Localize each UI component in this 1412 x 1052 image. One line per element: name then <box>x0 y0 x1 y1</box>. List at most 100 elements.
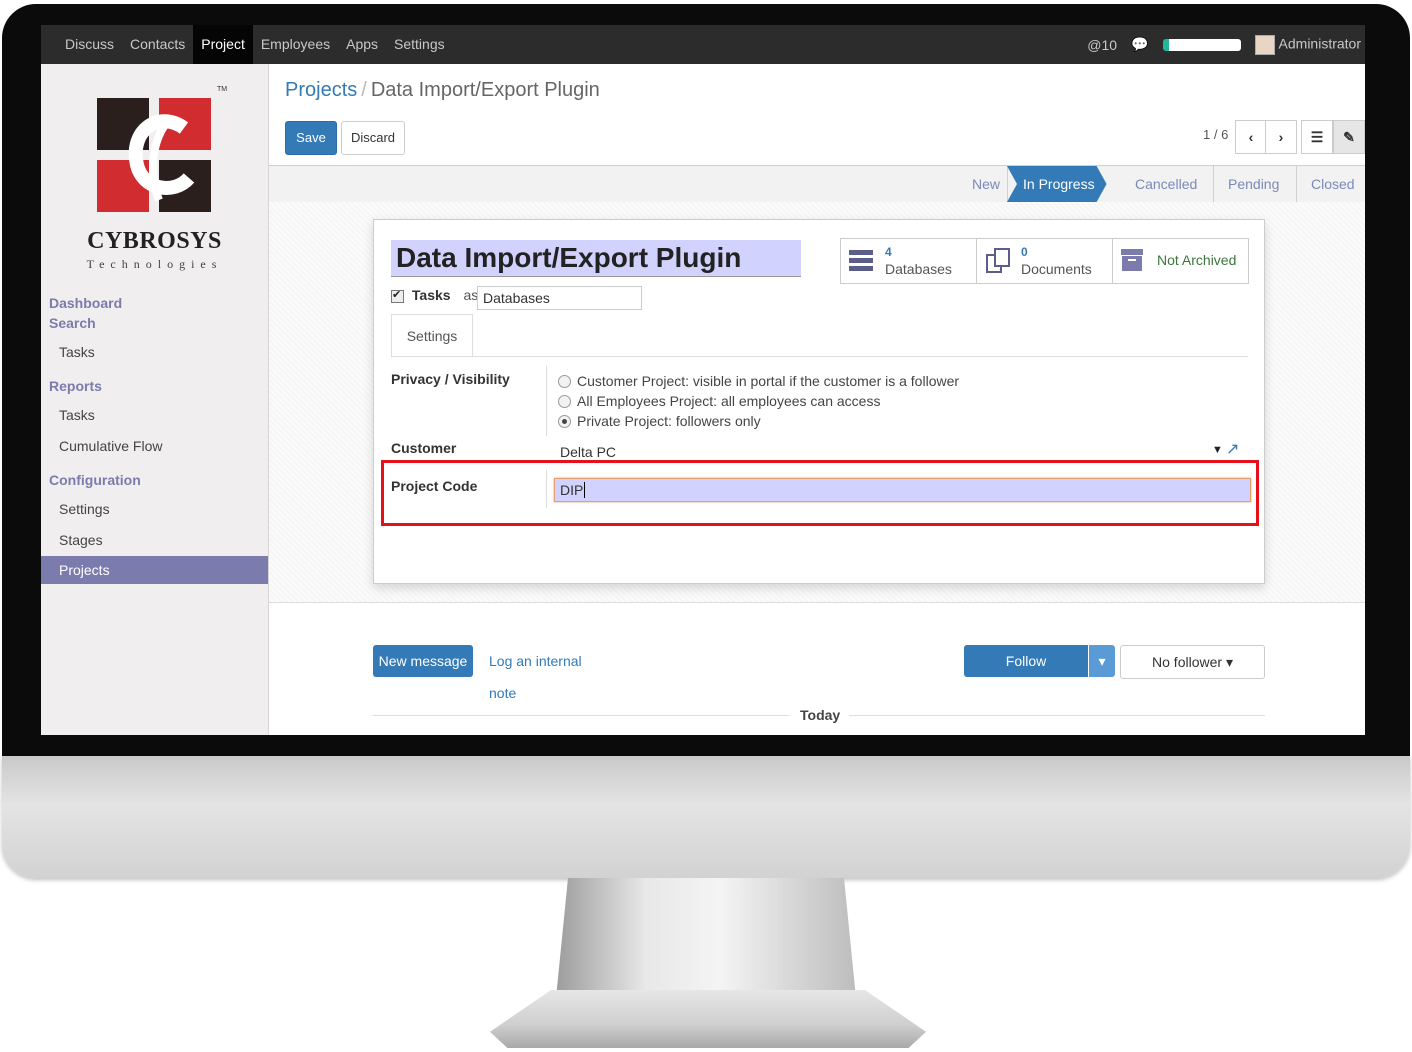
pager-value: 1 / 6 <box>1203 127 1229 142</box>
sidebar: TM CYBROSYS Technologies Dashboard Searc… <box>41 64 269 735</box>
project-name-input[interactable]: Data Import/Export Plugin <box>391 240 801 277</box>
menu-apps[interactable]: Apps <box>338 25 386 64</box>
tab-divider <box>391 356 1248 357</box>
form-view-button[interactable]: ✎ <box>1333 120 1365 154</box>
privacy-label: Privacy / Visibility <box>391 371 510 387</box>
list-icon: ☰ <box>1310 129 1324 145</box>
tab-settings[interactable]: Settings <box>391 314 473 357</box>
systray: @10 💬 Administrator <box>1087 25 1361 64</box>
menu-contacts[interactable]: Contacts <box>122 25 193 64</box>
project-name-value: Data Import/Export Plugin <box>396 242 742 273</box>
monitor-stand <box>556 878 856 998</box>
stage-divider <box>1203 166 1214 202</box>
follow-options-button[interactable]: ▾ <box>1089 645 1115 677</box>
privacy-option-employees[interactable]: All Employees Project: all employees can… <box>558 393 880 409</box>
save-button[interactable]: Save <box>285 121 337 155</box>
menu-settings[interactable]: Settings <box>386 25 453 64</box>
documents-label: Documents <box>1021 261 1092 277</box>
databases-stat-button[interactable]: 4 Databases <box>840 238 977 284</box>
stage-cancelled[interactable]: Cancelled <box>1135 166 1197 202</box>
sidebar-configuration[interactable]: Configuration <box>49 472 141 488</box>
sidebar-search[interactable]: Search <box>49 315 96 331</box>
pager-next-button[interactable]: › <box>1265 120 1297 154</box>
caret-down-icon: ▾ <box>1098 653 1106 669</box>
stage-divider <box>1286 166 1297 202</box>
avatar <box>1254 34 1275 55</box>
databases-count: 4 <box>885 245 892 259</box>
sidebar-item-reports-tasks[interactable]: Tasks <box>59 407 95 423</box>
tasks-checkbox[interactable] <box>391 288 404 303</box>
breadcrumb-separator: / <box>361 79 367 101</box>
radio-button-selected[interactable] <box>558 414 571 428</box>
stage-divider <box>997 166 1008 202</box>
text-cursor <box>584 482 586 498</box>
radio-button[interactable] <box>558 394 571 408</box>
mentions-indicator[interactable]: @10 <box>1087 37 1117 53</box>
date-divider <box>849 715 1265 716</box>
sidebar-dashboard[interactable]: Dashboard <box>49 295 122 311</box>
privacy-option-label: Private Project: followers only <box>577 413 761 429</box>
progress-indicator <box>1162 38 1241 51</box>
caret-down-icon: ▾ <box>1225 654 1233 670</box>
sidebar-item-search-tasks[interactable]: Tasks <box>59 344 95 360</box>
sidebar-reports[interactable]: Reports <box>49 378 102 394</box>
stage-in-progress[interactable]: In Progress <box>1007 166 1107 202</box>
edit-icon: ✎ <box>1343 129 1355 145</box>
at-icon: @ <box>1087 36 1102 53</box>
sidebar-item-cumulative-flow[interactable]: Cumulative Flow <box>59 438 162 454</box>
stage-new[interactable]: New <box>972 166 1000 202</box>
privacy-option-label: Customer Project: visible in portal if t… <box>577 373 960 389</box>
new-message-button[interactable]: New message <box>373 645 473 677</box>
date-divider <box>373 715 789 716</box>
tasks-toggle-row: Tasks as <box>391 287 478 303</box>
sidebar-item-projects[interactable]: Projects <box>41 556 268 584</box>
follow-button[interactable]: Follow <box>964 645 1088 677</box>
database-icon <box>849 250 873 271</box>
today-label: Today <box>800 707 841 723</box>
log-note-link[interactable]: Log an internal note <box>489 645 601 701</box>
tasks-alias-input[interactable]: Databases <box>477 286 642 310</box>
app-screen: Discuss Contacts Project Employees Apps … <box>41 25 1365 735</box>
privacy-option-private[interactable]: Private Project: followers only <box>558 413 761 429</box>
trademark: TM <box>217 86 228 93</box>
chat-icon[interactable]: 💬 <box>1131 36 1148 53</box>
monitor-chin <box>2 756 1410 878</box>
menu-project[interactable]: Project <box>193 25 253 64</box>
documents-stat-button[interactable]: 0 Documents <box>976 238 1113 284</box>
documents-count: 0 <box>1021 245 1028 259</box>
stage-closed[interactable]: Closed <box>1311 166 1355 202</box>
sidebar-item-stages[interactable]: Stages <box>59 532 103 548</box>
customer-label: Customer <box>391 440 457 456</box>
tasks-label: Tasks <box>411 287 451 303</box>
mentions-count: 10 <box>1101 36 1118 53</box>
followers-label: No follower <box>1152 654 1223 670</box>
dropdown-arrow-icon[interactable]: ▼ <box>1212 444 1223 456</box>
project-code-value: DIP <box>560 482 584 498</box>
chevron-right-icon: › <box>1278 129 1284 145</box>
documents-icon <box>986 248 1010 273</box>
discard-button[interactable]: Discard <box>341 121 405 155</box>
user-name: Administrator <box>1278 35 1361 52</box>
sidebar-item-settings[interactable]: Settings <box>59 501 110 517</box>
user-menu[interactable]: Administrator <box>1254 34 1361 55</box>
archive-toggle-button[interactable]: Not Archived <box>1112 238 1249 284</box>
privacy-option-label: All Employees Project: all employees can… <box>577 393 881 409</box>
pager-previous-button[interactable]: ‹ <box>1235 120 1267 154</box>
radio-button[interactable] <box>558 374 571 388</box>
followers-dropdown[interactable]: No follower ▾ <box>1120 645 1265 679</box>
breadcrumb: Projects / Data Import/Export Plugin <box>285 79 600 102</box>
menu-employees[interactable]: Employees <box>253 25 338 64</box>
project-code-input[interactable]: DIP <box>554 478 1251 502</box>
list-view-button[interactable]: ☰ <box>1301 120 1333 154</box>
top-navbar: Discuss Contacts Project Employees Apps … <box>41 25 1365 64</box>
menu-discuss[interactable]: Discuss <box>57 25 122 64</box>
form-sheet: Data Import/Export Plugin 4 Databases 0 … <box>373 219 1265 584</box>
project-code-label: Project Code <box>391 478 478 494</box>
archive-icon <box>1121 249 1143 271</box>
databases-label: Databases <box>885 261 952 277</box>
stage-pending[interactable]: Pending <box>1228 166 1279 202</box>
stage-statusbar: New In Progress Cancelled Pending Closed <box>269 165 1365 203</box>
external-link-icon[interactable]: ↗ <box>1226 442 1242 458</box>
privacy-option-customer[interactable]: Customer Project: visible in portal if t… <box>558 373 959 389</box>
breadcrumb-projects-link[interactable]: Projects <box>285 79 357 101</box>
